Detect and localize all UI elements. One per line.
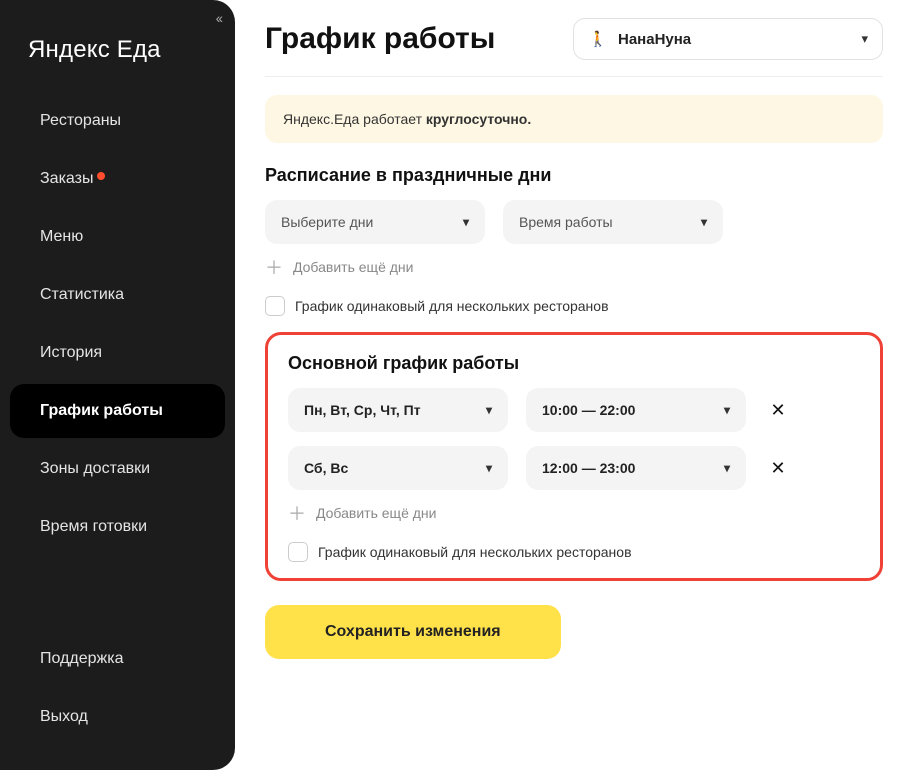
- chevron-down-icon: ▾: [861, 31, 868, 47]
- chevron-down-icon: ▾: [724, 403, 730, 417]
- main-content: График работы 🚶 НанаНуна ▾ Яндекс.Еда ра…: [235, 0, 913, 770]
- holiday-schedule-section: Расписание в праздничные дни Выберите дн…: [265, 165, 883, 316]
- sidebar-item-orders[interactable]: Заказы: [10, 152, 225, 206]
- chevron-down-icon: ▾: [724, 461, 730, 475]
- close-icon: ✕: [770, 400, 785, 421]
- info-banner: Яндекс.Еда работает круглосуточно.: [265, 95, 883, 143]
- sidebar-item-restaurants[interactable]: Рестораны: [10, 94, 225, 148]
- main-same-schedule-label: График одинаковый для нескольких рестора…: [318, 544, 632, 560]
- save-button[interactable]: Сохранить изменения: [265, 605, 561, 659]
- holiday-section-title: Расписание в праздничные дни: [265, 165, 883, 186]
- main-days-select-1[interactable]: Сб, Вс ▾: [288, 446, 508, 490]
- holiday-add-days[interactable]: ＋ Добавить ещё дни: [265, 258, 883, 276]
- delete-row-button-1[interactable]: ✕: [764, 454, 792, 482]
- sidebar-collapse-icon[interactable]: ‹‹: [216, 10, 221, 26]
- holiday-same-schedule-label: График одинаковый для нескольких рестора…: [295, 298, 609, 314]
- holiday-time-select[interactable]: Время работы ▾: [503, 200, 723, 244]
- sidebar-item-statistics[interactable]: Статистика: [10, 268, 225, 322]
- plus-icon: ＋: [265, 258, 283, 276]
- restaurant-icon: 🚶: [588, 29, 608, 49]
- sidebar-item-schedule[interactable]: График работы: [10, 384, 225, 438]
- sidebar-item-cooking-time[interactable]: Время готовки: [10, 500, 225, 554]
- holiday-same-schedule-checkbox[interactable]: [265, 296, 285, 316]
- chevron-down-icon: ▾: [486, 403, 492, 417]
- page-title: График работы: [265, 22, 495, 56]
- plus-icon: ＋: [288, 504, 306, 522]
- sidebar-item-history[interactable]: История: [10, 326, 225, 380]
- chevron-down-icon: ▾: [701, 215, 707, 229]
- logo: Яндекс Еда: [0, 14, 235, 92]
- chevron-down-icon: ▾: [486, 461, 492, 475]
- main-days-select-0[interactable]: Пн, Вт, Ср, Чт, Пт ▾: [288, 388, 508, 432]
- main-add-days[interactable]: ＋ Добавить ещё дни: [288, 504, 860, 522]
- main-time-select-1[interactable]: 12:00 — 23:00 ▾: [526, 446, 746, 490]
- restaurant-picker[interactable]: 🚶 НанаНуна ▾: [573, 18, 883, 60]
- delete-row-button-0[interactable]: ✕: [764, 396, 792, 424]
- close-icon: ✕: [770, 458, 785, 479]
- sidebar-item-logout[interactable]: Выход: [10, 690, 225, 744]
- sidebar: ‹‹ Яндекс Еда Рестораны Заказы Меню Стат…: [0, 0, 235, 770]
- chevron-down-icon: ▾: [463, 215, 469, 229]
- holiday-days-select[interactable]: Выберите дни ▾: [265, 200, 485, 244]
- main-time-select-0[interactable]: 10:00 — 22:00 ▾: [526, 388, 746, 432]
- main-schedule-section: Основной график работы Пн, Вт, Ср, Чт, П…: [265, 332, 883, 581]
- sidebar-item-menu[interactable]: Меню: [10, 210, 225, 264]
- sidebar-item-support[interactable]: Поддержка: [10, 632, 225, 686]
- orders-badge-icon: [97, 172, 105, 180]
- main-same-schedule-checkbox[interactable]: [288, 542, 308, 562]
- restaurant-name: НанаНуна: [618, 31, 691, 48]
- main-section-title: Основной график работы: [288, 353, 860, 374]
- sidebar-item-delivery-zones[interactable]: Зоны доставки: [10, 442, 225, 496]
